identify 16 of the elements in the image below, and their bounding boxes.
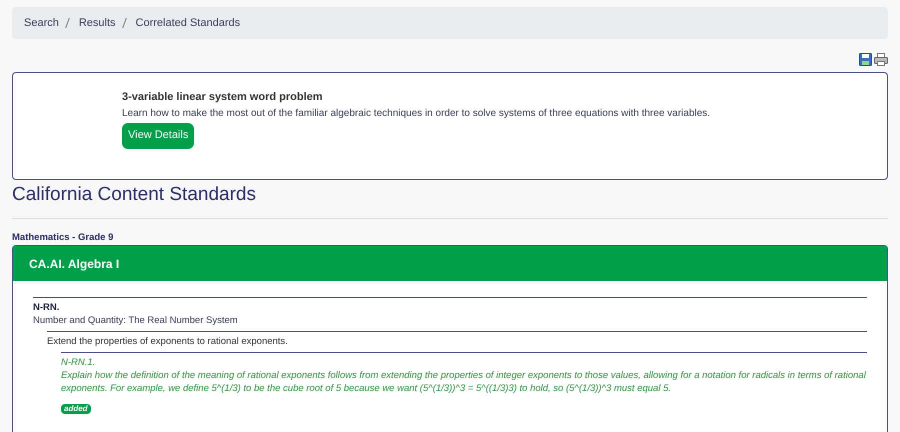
standard-text: Number and Quantity: The Real Number System (33, 314, 239, 328)
status-badge: added (61, 404, 91, 414)
print-icon[interactable] (874, 53, 888, 66)
standard-text: Extend the properties of exponents to rational exponents. (47, 335, 289, 349)
standard-text: Explain how the definition of the meaning of rational exponents follows from extending the properties of integer exponents to those values, allowing for a notation for radicals in terms of rational exponents. For example, we define 5^(1/3) to be the cube root of 5 because we want (5^(1/3))^3 = 5^((1/3)3) to hold, so (5^(1/3))^3 must equal 5. (61, 369, 867, 395)
breadcrumb-link[interactable]: Results (78, 14, 116, 32)
section-heading: California Content Standards (12, 183, 257, 207)
save-icon[interactable] (859, 53, 872, 66)
resource-description: Learn how to make the most out of the familiar algebraic techniques in order to solve systems of three equations with three variables. (122, 106, 712, 120)
subject-label: Mathematics - Grade 9 (12, 231, 114, 245)
standard-code: N-RN.1. (61, 356, 96, 369)
resource-title: 3-variable linear system word problem (122, 90, 324, 105)
breadcrumb-link[interactable]: Correlated Standards (136, 14, 240, 32)
standard-code: N-RN. (33, 301, 60, 314)
course-title: CA.AI. Algebra I (29, 256, 120, 272)
breadcrumb-link[interactable]: Search (24, 14, 59, 32)
